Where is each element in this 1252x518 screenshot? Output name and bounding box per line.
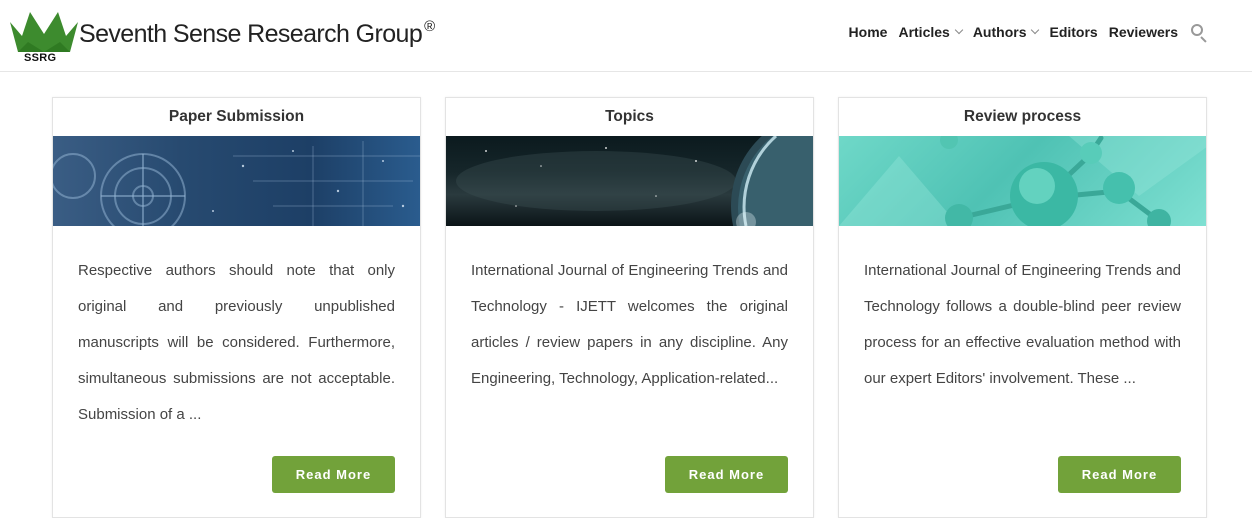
crown-icon <box>10 12 78 52</box>
nav-reviewers-label: Reviewers <box>1108 24 1178 40</box>
card-title: Topics <box>605 108 654 125</box>
nav-reviewers[interactable]: Reviewers <box>1109 24 1178 40</box>
search-icon[interactable] <box>1190 23 1208 43</box>
card-description: International Journal of Engineering Tre… <box>471 262 788 387</box>
logo-abbreviation: SSRG <box>24 52 57 64</box>
read-more-button[interactable]: Read More <box>272 456 395 493</box>
card-description: Respective authors should note that only… <box>78 262 395 423</box>
card-topics: Topics International Journal of Engineer… <box>445 97 814 518</box>
nav-articles[interactable]: Articles <box>898 24 964 40</box>
brand-name[interactable]: Seventh Sense Research Group ® <box>79 18 435 49</box>
card-description: International Journal of Engineering Tre… <box>864 262 1181 387</box>
molecule-image <box>839 136 1206 226</box>
gears-circuit-image <box>53 136 420 226</box>
nav-home[interactable]: Home <box>849 24 888 40</box>
space-planet-image <box>446 136 813 226</box>
read-more-button[interactable]: Read More <box>665 456 788 493</box>
card-title: Paper Submission <box>168 108 305 125</box>
brand-name-text: Seventh Sense Research Group <box>79 20 423 48</box>
nav-home-label: Home <box>848 24 888 40</box>
read-more-button[interactable]: Read More <box>1058 456 1181 493</box>
nav-editors[interactable]: Editors <box>1049 24 1097 40</box>
card-title: Review process <box>963 108 1082 125</box>
nav-authors[interactable]: Authors <box>972 24 1040 40</box>
nav-authors-label: Authors <box>972 24 1027 40</box>
card-paper-submission: Paper Submission Respective authors shou… <box>52 97 421 518</box>
site-logo[interactable]: SSRG <box>8 6 88 68</box>
main-nav: Home Articles Authors Editors Reviewers <box>849 21 1208 43</box>
chevron-down-icon <box>954 25 964 35</box>
search-icon-lens <box>1191 24 1203 36</box>
registered-mark: ® <box>424 18 435 35</box>
site-header: SSRG Seventh Sense Research Group ® Home … <box>0 0 1252 72</box>
nav-articles-label: Articles <box>898 24 950 40</box>
card-review-process: Review process International Journal of … <box>838 97 1207 518</box>
chevron-down-icon <box>1031 25 1040 35</box>
search-icon-handle <box>1200 36 1207 43</box>
nav-editors-label: Editors <box>1049 24 1098 40</box>
